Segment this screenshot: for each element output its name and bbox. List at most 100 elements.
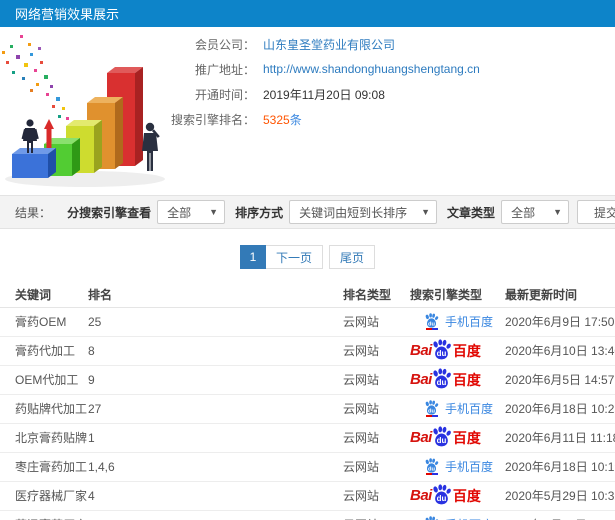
keyword-cell: 膏药OEM <box>0 307 88 337</box>
baidu-logo: Bai du 百度 <box>410 339 481 362</box>
info-field: 搜索引擎排名： 5325条 <box>160 111 480 128</box>
column-header: 排名类型 <box>343 282 410 308</box>
mobile-baidu-logo: du 手机百度 <box>424 457 493 475</box>
info-field: 推广地址： http://www.shandonghuangshengtang.c… <box>160 62 480 77</box>
results-table-body: 膏药OEM 25 云网站 du 手机百度 2020年6月9日 17:50 膏药代加工 8 云… <box>0 307 615 520</box>
info-field-value[interactable]: 山东皇圣堂药业有限公司 <box>263 36 395 53</box>
updated-time-cell: 2020年6月11日 11:40 <box>505 510 615 520</box>
page-header: 网络营销效果展示 <box>0 0 615 27</box>
chevron-down-icon: ▼ <box>421 207 431 217</box>
baidu-paw-icon: du <box>425 457 439 473</box>
next-page-button[interactable]: 下一页 <box>265 245 323 269</box>
search-engine-cell: Bai du 百度 <box>410 336 505 366</box>
page-number-current[interactable]: 1 <box>239 245 266 269</box>
baidu-logo: Bai du 百度 <box>410 426 481 449</box>
rank-type-cell: 云网站 <box>343 452 410 482</box>
keyword-cell: 北京膏药贴牌 <box>0 423 88 453</box>
baidu-paw-underline <box>425 414 438 417</box>
submit-button[interactable]: 提交 <box>577 200 615 224</box>
rank-link[interactable]: 9 <box>88 365 343 395</box>
mobile-baidu-paw: du <box>424 457 439 475</box>
baidu-logo-bai-text: Bai <box>410 487 432 504</box>
rank-link[interactable]: 4 <box>88 481 343 511</box>
keyword-cell: 医疗器械厂家 <box>0 481 88 511</box>
baidu-paw-icon: du <box>425 312 439 328</box>
info-field-value: 5325条 <box>263 111 302 128</box>
info-field: 开通时间： 2019年11月20日 09:08 <box>160 87 480 102</box>
baidu-logo-cn-text: 百度 <box>452 487 481 504</box>
search-engine-cell: du 手机百度 <box>410 452 505 482</box>
ranking-count: 5325 <box>263 112 290 127</box>
ranking-count-unit: 条 <box>289 112 302 127</box>
results-table-header: 关键词 排名 排名类型 搜索引擎类型 最新更新时间 <box>0 282 615 308</box>
engine-select[interactable]: 全部 ▼ <box>157 200 226 224</box>
engine-filter-label: 分搜索引擎查看 <box>67 205 152 220</box>
3d-bar-chart-image <box>2 35 165 187</box>
info-field-value: 2019年11月20日 09:08 <box>263 87 385 102</box>
column-header: 排名 <box>88 282 343 308</box>
chevron-down-icon: ▼ <box>209 207 219 217</box>
baidu-logo-bai-text: Bai <box>410 342 432 359</box>
baidu-logo: Bai du 百度 <box>410 368 481 391</box>
rank-type-cell: 云网站 <box>343 423 410 453</box>
updated-time-cell: 2020年6月18日 10:19 <box>505 452 615 482</box>
updated-time-cell: 2020年6月5日 14:57 <box>505 365 615 395</box>
article-type-select[interactable]: 全部 ▼ <box>501 200 569 224</box>
sort-filter-label: 排序方式 <box>235 205 284 220</box>
engine-select-value: 全部 <box>167 205 192 220</box>
column-header: 关键词 <box>0 282 88 308</box>
info-field-label: 搜索引擎排名： <box>170 112 255 127</box>
updated-time-cell: 2020年6月18日 10:25 <box>505 394 615 424</box>
businessman-right-figure <box>142 122 160 171</box>
table-row: 膏药代加工 8 云网站 Bai du 百度 2020年6月10日 13:40 <box>0 336 615 366</box>
baidu-paw-underline <box>425 327 438 330</box>
baidu-logo-bai-text: Bai <box>410 429 432 446</box>
table-header-row: 关键词 排名 排名类型 搜索引擎类型 最新更新时间 <box>0 282 615 308</box>
filter-controls: 分搜索引擎查看 全部 ▼ 排序方式 关键词由短到长排序 ▼ 文章类型 全部 ▼ … <box>57 200 615 224</box>
article-type-select-value: 全部 <box>511 205 536 220</box>
rank-type-cell: 云网站 <box>343 336 410 366</box>
baidu-logo-bai-text: Bai <box>410 371 432 388</box>
rank-type-cell: 云网站 <box>343 394 410 424</box>
page-title: 网络营销效果展示 <box>15 7 120 22</box>
mobile-baidu-label: 手机百度 <box>445 516 493 520</box>
rank-link[interactable]: 27 <box>88 394 343 424</box>
rank-type-cell: 云网站 <box>343 510 410 520</box>
svg-text:du: du <box>436 349 446 358</box>
baidu-paw-icon: du <box>425 515 439 520</box>
last-page-button[interactable]: 尾页 <box>329 245 376 269</box>
rank-link[interactable]: 25 <box>88 307 343 337</box>
keyword-cell: 膏药代加工 <box>0 336 88 366</box>
businessman-left-figure <box>21 119 39 153</box>
baidu-paw-icon: du <box>433 426 451 447</box>
table-row: 膏药OEM 25 云网站 du 手机百度 2020年6月9日 17:50 <box>0 307 615 337</box>
info-field-label: 推广地址： <box>194 62 255 77</box>
table-row: 北京膏药贴牌 1 云网站 Bai du 百度 2020年6月11日 11:18 <box>0 423 615 453</box>
svg-text:du: du <box>436 436 446 445</box>
baidu-logo-cn-text: 百度 <box>452 429 481 446</box>
pagination: 1 下一页 尾页 <box>0 245 615 269</box>
info-field-value[interactable]: http://www.shandonghuangshengtang.cn <box>263 62 480 76</box>
rank-link[interactable]: 17 <box>88 510 343 520</box>
table-row: OEM代加工 9 云网站 Bai du 百度 2020年6月5日 14:57 <box>0 365 615 395</box>
mobile-baidu-logo: du 手机百度 <box>424 312 493 330</box>
chevron-down-icon: ▼ <box>553 207 562 217</box>
baidu-logo-cn-text: 百度 <box>452 371 481 388</box>
rank-link[interactable]: 8 <box>88 336 343 366</box>
info-field-label: 会员公司： <box>194 37 255 52</box>
sort-select[interactable]: 关键词由短到长排序 ▼ <box>289 200 438 224</box>
results-table: 关键词 排名 排名类型 搜索引擎类型 最新更新时间 膏药OEM 25 云网站 du 手机百度… <box>0 282 615 520</box>
search-engine-cell: Bai du 百度 <box>410 423 505 453</box>
baidu-logo: Bai du 百度 <box>410 484 481 507</box>
keyword-cell: 菏泽膏药厂家 <box>0 510 88 520</box>
baidu-paw-icon: du <box>433 368 451 389</box>
baidu-paw-underline <box>425 472 438 475</box>
keyword-cell: 枣庄膏药加工 <box>0 452 88 482</box>
rank-link[interactable]: 1,4,6 <box>88 452 343 482</box>
sort-select-value: 关键词由短到长排序 <box>299 205 408 220</box>
rank-link[interactable]: 1 <box>88 423 343 453</box>
search-engine-cell: du 手机百度 <box>410 307 505 337</box>
mobile-baidu-paw: du <box>424 515 439 520</box>
bar-blue <box>12 148 56 178</box>
table-row: 药贴牌代加工 27 云网站 du 手机百度 2020年6月18日 10:25 <box>0 394 615 424</box>
